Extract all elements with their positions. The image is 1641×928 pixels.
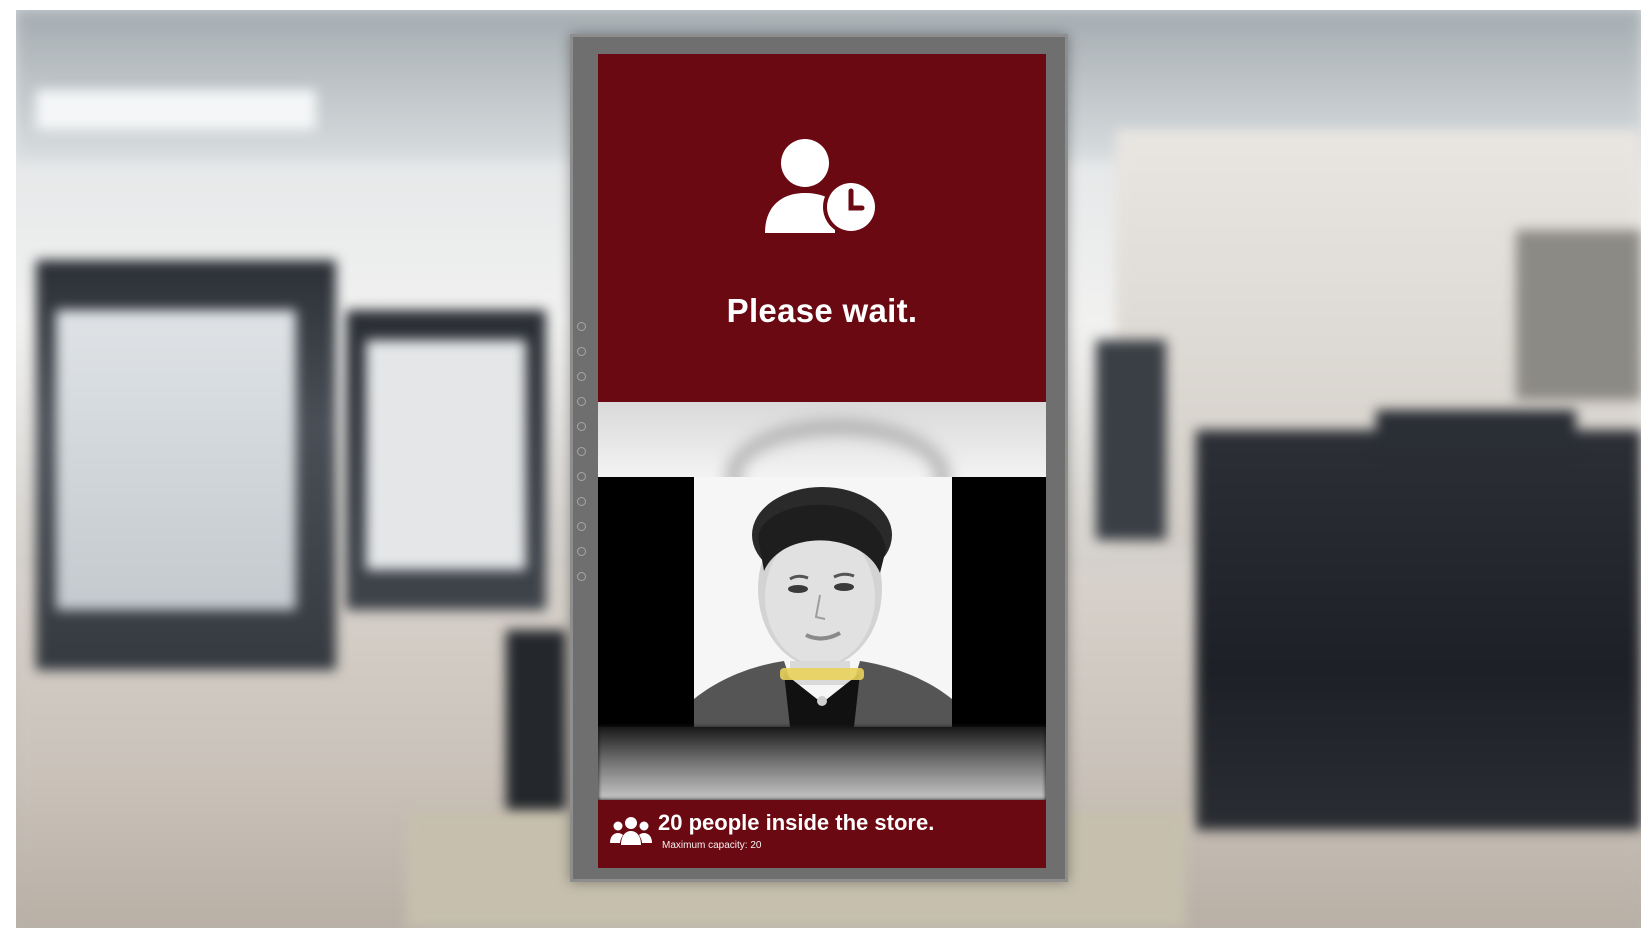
status-title: Please wait. (726, 292, 918, 329)
status-panel: Please wait. (598, 54, 1046, 402)
camera-blur-bottom (598, 727, 1046, 800)
occupancy-bar: 20 people inside the store. Maximum capa… (598, 800, 1046, 868)
display-shelf-left-inner (56, 310, 296, 610)
bench (506, 630, 566, 820)
counter-monitor (1376, 410, 1576, 450)
occupancy-capacity: Maximum capacity: 20 (662, 840, 762, 851)
person-clock-icon (765, 139, 879, 235)
camera-blur-top (598, 402, 1046, 477)
display-shelf-middle-inner (366, 340, 526, 570)
people-group-icon (610, 817, 652, 845)
kiosk-monitor: Please wait. 20 people inside the store.… (570, 34, 1068, 882)
ceiling-light (36, 90, 316, 130)
store-background-photo: Please wait. 20 people inside the store.… (16, 10, 1641, 928)
face-image (694, 477, 952, 727)
side-button[interactable] (577, 472, 586, 481)
camera-feed (598, 402, 1046, 800)
side-button[interactable] (577, 447, 586, 456)
side-button[interactable] (577, 397, 586, 406)
monitor-side-buttons (577, 322, 587, 597)
reception-counter (1196, 430, 1641, 830)
face-preview (694, 477, 952, 727)
side-button[interactable] (577, 522, 586, 531)
side-button[interactable] (577, 322, 586, 331)
side-button[interactable] (577, 572, 586, 581)
glass-cabinet (1096, 340, 1166, 540)
occupancy-count: 20 people inside the store. (658, 810, 935, 835)
side-button[interactable] (577, 547, 586, 556)
side-button[interactable] (577, 347, 586, 356)
side-button[interactable] (577, 497, 586, 506)
wall-panel (1516, 230, 1641, 400)
kiosk-screen: Please wait. 20 people inside the store.… (598, 54, 1046, 868)
side-button[interactable] (577, 372, 586, 381)
side-button[interactable] (577, 422, 586, 431)
